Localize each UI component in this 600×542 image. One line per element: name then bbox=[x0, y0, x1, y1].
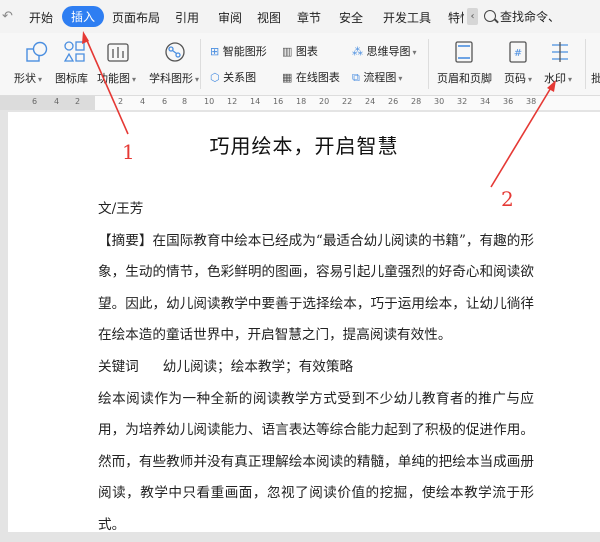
ruler-number: 10 bbox=[204, 97, 215, 106]
tab-1[interactable]: 插入 bbox=[62, 6, 105, 27]
keywords-text: 幼儿阅读；绘本教学；有效策略 bbox=[162, 358, 354, 375]
ruler-number: 38 bbox=[526, 97, 537, 106]
shape-button[interactable]: 形状 ▾ bbox=[14, 70, 42, 86]
ruler-number: 28 bbox=[411, 97, 422, 106]
smart-art-button[interactable]: ⊞ 智能图形 bbox=[210, 43, 267, 59]
tab-6[interactable]: 章节 bbox=[297, 9, 321, 26]
chart-button[interactable]: ▥ 图表 bbox=[282, 43, 318, 59]
ruler-number: 32 bbox=[457, 97, 468, 106]
icon-library-icon bbox=[63, 41, 85, 62]
tab-5[interactable]: 视图 bbox=[257, 9, 281, 26]
search-command[interactable]: 查找命令、 bbox=[484, 8, 560, 25]
smart-art-icon: ⊞ bbox=[210, 45, 220, 58]
header-footer-button[interactable]: 页眉和页脚 bbox=[437, 70, 492, 86]
page-number-icon: # bbox=[509, 41, 527, 63]
header-footer-icon bbox=[455, 41, 473, 63]
ruler-number: 6 bbox=[32, 97, 38, 106]
online-chart-button[interactable]: ▦ 在线图表 bbox=[282, 69, 340, 85]
ruler-number: 22 bbox=[342, 97, 353, 106]
subject-chart-button[interactable]: 学科图形 ▾ bbox=[149, 70, 199, 86]
ruler-number: 30 bbox=[434, 97, 445, 106]
ruler-number: 18 bbox=[296, 97, 307, 106]
undo-icon[interactable]: ↶ bbox=[2, 9, 13, 24]
tab-9[interactable]: 特性 bbox=[448, 9, 464, 26]
batch-button[interactable]: 批 bbox=[591, 70, 600, 86]
ruler-number: 12 bbox=[227, 97, 238, 106]
chart-icon: ▥ bbox=[282, 45, 293, 58]
menu-bar: ↶ 开始插入页面布局引用 审阅视图章节 安全 开发工具特性 ‹ 查找命令、 bbox=[0, 0, 600, 33]
ruler-number: 36 bbox=[503, 97, 514, 106]
abstract-paragraph: 【摘要】在国际教育中绘本已经成为“最适合幼儿阅读的书籍”，有趣的形象，生动的情节… bbox=[98, 232, 534, 344]
document-title: 巧用绘本，开启智慧 bbox=[209, 134, 399, 158]
subject-chart-icon bbox=[165, 42, 185, 62]
tab-8[interactable]: 开发工具 bbox=[383, 9, 431, 26]
body-paragraph: 绘本阅读作为一种全新的阅读教学方式受到不少幼儿教育者的推广与应用，为培养幼儿阅读… bbox=[98, 390, 534, 533]
ruler-number: 24 bbox=[365, 97, 376, 106]
watermark-button[interactable]: 水印 ▾ bbox=[544, 70, 572, 86]
tab-3[interactable]: 引用 bbox=[175, 9, 199, 26]
chevron-left-icon[interactable]: ‹ bbox=[467, 8, 478, 25]
ribbon-separator bbox=[428, 39, 429, 89]
relation-icon: ⬡ bbox=[210, 71, 220, 84]
online-chart-icon: ▦ bbox=[282, 71, 293, 84]
ruler-number: 16 bbox=[273, 97, 284, 106]
mind-map-button[interactable]: ⁂ 思维导图 ▾ bbox=[352, 43, 417, 59]
ribbon-separator bbox=[200, 39, 201, 89]
document-page[interactable]: 巧用绘本，开启智慧 文/王芳 【摘要】在国际教育中绘本已经成为“最适合幼儿阅读的… bbox=[8, 112, 600, 533]
ruler-number: 2 bbox=[75, 97, 81, 106]
search-icon bbox=[484, 10, 496, 22]
ruler-number: 4 bbox=[140, 97, 146, 106]
function-chart-icon bbox=[107, 43, 129, 62]
tab-4[interactable]: 审阅 bbox=[218, 9, 242, 26]
author-line: 文/王芳 bbox=[98, 201, 144, 217]
watermark-icon bbox=[552, 42, 568, 62]
flowchart-button[interactable]: ⧉ 流程图 ▾ bbox=[352, 69, 402, 85]
ruler-number: 26 bbox=[388, 97, 399, 106]
ruler-number: 34 bbox=[480, 97, 491, 106]
ruler-number: 14 bbox=[250, 97, 261, 106]
ruler-number: 20 bbox=[319, 97, 330, 106]
shape-icon bbox=[26, 41, 48, 62]
tab-2[interactable]: 页面布局 bbox=[112, 9, 160, 26]
search-label: 查找命令、 bbox=[500, 10, 561, 24]
annotation-number-1: 1 bbox=[122, 140, 135, 164]
document-body[interactable]: 文/王芳 【摘要】在国际教育中绘本已经成为“最适合幼儿阅读的书籍”，有趣的形象，… bbox=[98, 194, 534, 542]
horizontal-ruler[interactable]: 6 4 2 2 4 6 8 10 12 14 16 18 20 22 24 26 28 30 32 34 36 38 bbox=[0, 96, 600, 110]
annotation-number-2: 2 bbox=[501, 187, 514, 211]
keywords-label: 关键词 bbox=[98, 358, 139, 375]
ribbon-separator bbox=[585, 39, 586, 89]
ruler-number: 6 bbox=[162, 97, 168, 106]
svg-text:#: # bbox=[514, 48, 522, 59]
function-chart-button[interactable]: 功能图 ▾ bbox=[97, 70, 136, 86]
relation-chart-button[interactable]: ⬡ 关系图 bbox=[210, 69, 256, 85]
keywords-line: 关键词 幼儿阅读；绘本教学；有效策略 bbox=[98, 352, 534, 384]
ribbon-insert: 形状 ▾ 图标库 功能图 ▾ 学科图形 ▾ ⊞ 智能图形 ▥ 图表 ⁂ 思维导图 ▾ ⬡… bbox=[0, 33, 600, 96]
mind-map-icon: ⁂ bbox=[352, 45, 363, 58]
ruler-number: 4 bbox=[54, 97, 60, 106]
ruler-number: 8 bbox=[182, 97, 188, 106]
ruler-number: 2 bbox=[118, 97, 124, 106]
page-number-button[interactable]: 页码 ▾ bbox=[504, 70, 532, 86]
flowchart-icon: ⧉ bbox=[352, 71, 360, 84]
tab-7[interactable]: 安全 bbox=[339, 9, 363, 26]
tab-0[interactable]: 开始 bbox=[29, 9, 53, 26]
icon-library-button[interactable]: 图标库 bbox=[55, 70, 88, 86]
